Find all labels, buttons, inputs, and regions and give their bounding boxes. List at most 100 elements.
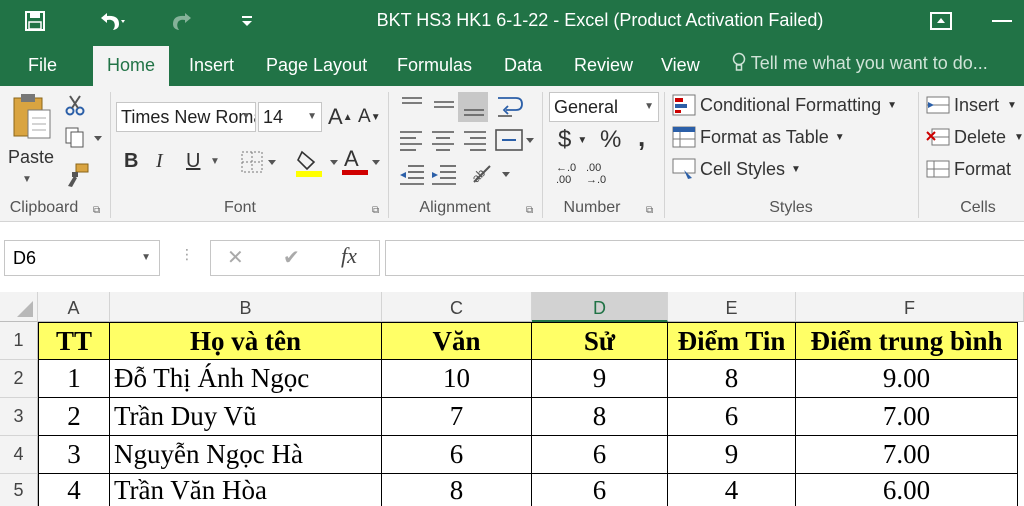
underline-button[interactable]: U <box>186 150 200 173</box>
currency-button[interactable]: $ ▼ <box>558 126 587 154</box>
number-format-dropdown-icon[interactable]: ▼ <box>644 93 654 121</box>
table-cell[interactable]: 2 <box>38 398 110 436</box>
row-header-1[interactable]: 1 <box>0 322 38 360</box>
font-launcher-icon[interactable]: ⧉ <box>372 205 379 216</box>
font-color-icon[interactable]: A <box>342 146 386 178</box>
insert-cells-dropdown-icon[interactable]: ▼ <box>1007 100 1017 111</box>
tab-review[interactable]: Review <box>574 52 633 86</box>
insert-cells-button[interactable]: Insert ▼ <box>926 92 1017 118</box>
font-name-dropdown-icon[interactable]: ▼ <box>241 103 251 131</box>
table-cell[interactable]: Trần Văn Hòa <box>110 474 382 506</box>
tab-page-layout[interactable]: Page Layout <box>266 52 367 86</box>
number-launcher-icon[interactable]: ⧉ <box>646 205 653 216</box>
paste-icon[interactable] <box>10 92 58 142</box>
table-cell[interactable]: 6.00 <box>796 474 1018 506</box>
customize-qat-icon[interactable] <box>236 6 258 36</box>
table-cell[interactable]: 6 <box>668 398 796 436</box>
alignment-launcher-icon[interactable]: ⧉ <box>526 205 533 216</box>
tell-me-search[interactable]: Tell me what you want to do... <box>732 52 988 74</box>
conditional-formatting-dropdown-icon[interactable]: ▼ <box>887 100 897 111</box>
column-header-b[interactable]: B <box>110 292 382 322</box>
tab-formulas[interactable]: Formulas <box>397 52 472 86</box>
table-cell[interactable]: Trần Duy Vũ <box>110 398 382 436</box>
number-format-combo[interactable]: General ▼ <box>549 92 659 122</box>
underline-dropdown-icon[interactable]: ▼ <box>210 156 220 167</box>
paste-button[interactable]: Paste <box>8 146 54 168</box>
format-cells-button[interactable]: Format <box>926 156 1011 182</box>
tab-view[interactable]: View <box>661 52 700 86</box>
decrease-decimal-button[interactable]: .00 →.0 <box>586 162 612 186</box>
cell-styles-dropdown-icon[interactable]: ▼ <box>791 164 801 175</box>
comma-button[interactable]: , <box>638 122 645 153</box>
format-painter-icon[interactable] <box>64 162 90 188</box>
tab-insert[interactable]: Insert <box>189 52 234 86</box>
name-box-dropdown-icon[interactable]: ▼ <box>141 241 151 275</box>
undo-icon[interactable] <box>88 6 134 36</box>
enter-entry-button[interactable]: ✔ <box>283 245 300 270</box>
column-header-c[interactable]: C <box>382 292 532 322</box>
save-icon[interactable] <box>18 6 52 36</box>
percent-button[interactable]: % <box>600 126 621 154</box>
table-cell[interactable]: 6 <box>532 436 668 474</box>
redo-icon[interactable] <box>160 6 206 36</box>
column-header-a[interactable]: A <box>38 292 110 322</box>
font-size-combo[interactable]: 14 ▼ <box>258 102 322 132</box>
header-cell-su[interactable]: Sử <box>532 322 668 360</box>
ribbon-display-options-icon[interactable] <box>926 6 956 36</box>
column-header-d[interactable]: D <box>532 292 668 322</box>
table-cell[interactable]: 8 <box>382 474 532 506</box>
delete-cells-dropdown-icon[interactable]: ▼ <box>1014 132 1024 143</box>
column-header-f[interactable]: F <box>796 292 1024 322</box>
delete-cells-button[interactable]: Delete ▼ <box>926 124 1024 150</box>
header-cell-van[interactable]: Văn <box>382 322 532 360</box>
tab-data[interactable]: Data <box>504 52 542 86</box>
header-cell-tt[interactable]: TT <box>38 322 110 360</box>
format-as-table-dropdown-icon[interactable]: ▼ <box>835 132 845 143</box>
table-cell[interactable]: 7.00 <box>796 398 1018 436</box>
name-box[interactable]: D6 ▼ <box>4 240 160 276</box>
table-cell[interactable]: 6 <box>532 474 668 506</box>
tab-home[interactable]: Home <box>93 46 170 86</box>
font-size-dropdown-icon[interactable]: ▼ <box>307 103 317 131</box>
minimize-icon[interactable] <box>980 6 1024 36</box>
table-cell[interactable]: 9 <box>668 436 796 474</box>
shrink-font-button[interactable]: A ▼ <box>358 106 381 128</box>
bold-button[interactable]: B <box>124 150 138 173</box>
copy-icon[interactable] <box>64 126 104 150</box>
header-cell-average[interactable]: Điểm trung bình <box>796 322 1018 360</box>
row-header-5[interactable]: 5 <box>0 474 38 506</box>
table-cell[interactable]: Đỗ Thị Ánh Ngọc <box>110 360 382 398</box>
table-cell[interactable]: Nguyễn Ngọc Hà <box>110 436 382 474</box>
borders-icon[interactable] <box>240 150 280 174</box>
table-cell[interactable]: 1 <box>38 360 110 398</box>
table-cell[interactable]: 9 <box>532 360 668 398</box>
table-cell[interactable]: 9.00 <box>796 360 1018 398</box>
table-cell[interactable]: 7.00 <box>796 436 1018 474</box>
table-cell[interactable]: 4 <box>668 474 796 506</box>
table-cell[interactable]: 3 <box>38 436 110 474</box>
cell-styles-button[interactable]: Cell Styles ▼ <box>672 156 801 182</box>
table-cell[interactable]: 6 <box>382 436 532 474</box>
clipboard-launcher-icon[interactable]: ⧉ <box>93 205 100 216</box>
table-cell[interactable]: 7 <box>382 398 532 436</box>
table-cell[interactable]: 4 <box>38 474 110 506</box>
table-cell[interactable]: 8 <box>668 360 796 398</box>
cut-icon[interactable] <box>64 94 86 116</box>
grow-font-button[interactable]: A ▲ <box>328 104 353 130</box>
header-cell-tin[interactable]: Điểm Tin <box>668 322 796 360</box>
insert-function-button[interactable]: fx <box>341 243 357 269</box>
fill-color-icon[interactable] <box>296 148 346 178</box>
row-header-3[interactable]: 3 <box>0 398 38 436</box>
conditional-formatting-button[interactable]: Conditional Formatting ▼ <box>672 92 897 118</box>
formula-input[interactable] <box>385 240 1024 276</box>
table-cell[interactable]: 10 <box>382 360 532 398</box>
increase-decimal-button[interactable]: ←.0 .00 <box>556 162 582 186</box>
column-header-e[interactable]: E <box>668 292 796 322</box>
cancel-entry-button[interactable]: ✕ <box>227 245 244 270</box>
font-name-combo[interactable]: Times New Roman ▼ <box>116 102 256 132</box>
paste-dropdown-icon[interactable]: ▼ <box>22 174 32 185</box>
format-as-table-button[interactable]: Format as Table ▼ <box>672 124 845 150</box>
tab-file[interactable]: File <box>28 52 57 86</box>
italic-button[interactable]: I <box>156 150 163 173</box>
header-cell-name[interactable]: Họ và tên <box>110 322 382 360</box>
